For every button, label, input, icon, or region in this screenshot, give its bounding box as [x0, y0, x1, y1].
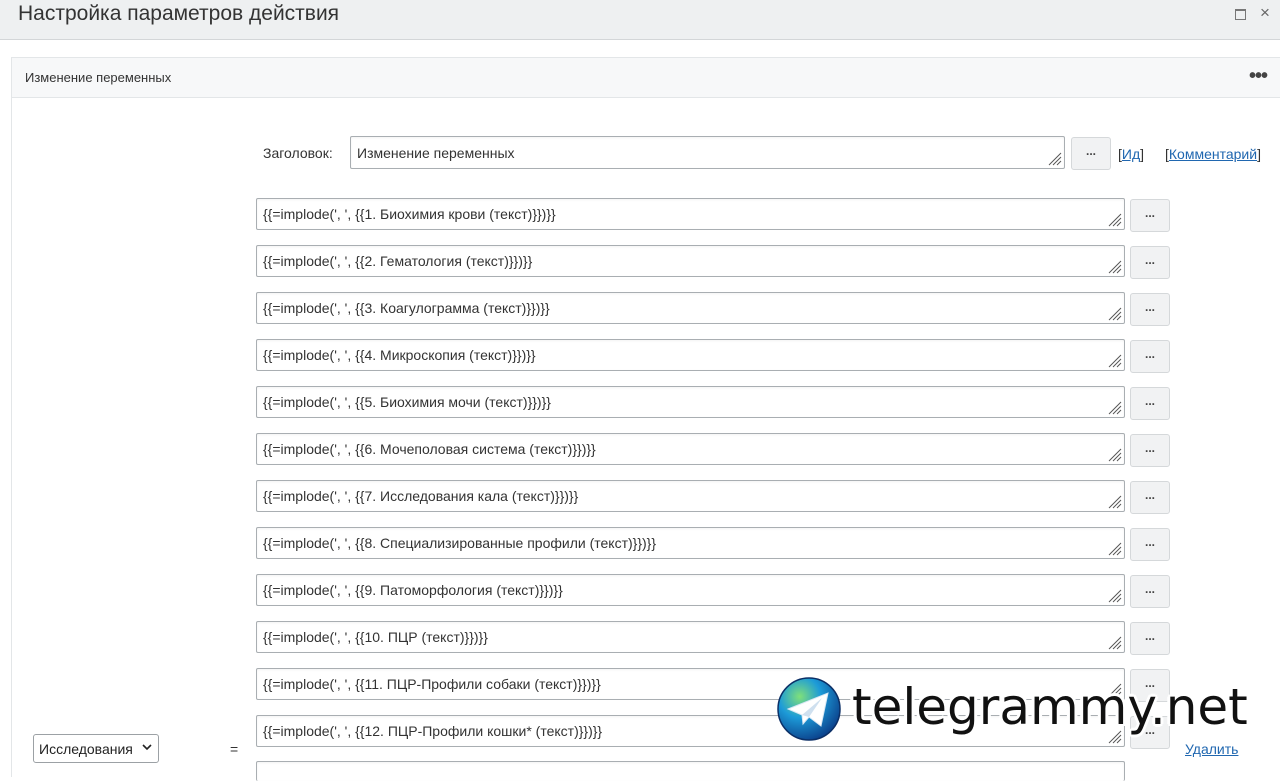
chevron-down-icon: [142, 744, 152, 751]
expression-input-value: {{=implode(', ', {{3. Коагулограмма (тек…: [263, 300, 550, 316]
resize-grip-icon[interactable]: [1106, 399, 1122, 415]
expression-input[interactable]: {{=implode(', ', {{7. Исследования кала …: [256, 480, 1125, 512]
window-gap: [0, 40, 1280, 57]
expression-input[interactable]: {{=implode(', ', {{8. Специализированные…: [256, 527, 1125, 559]
expression-input[interactable]: {{=implode(', ', {{5. Биохимия мочи (тек…: [256, 386, 1125, 418]
expression-picker-button[interactable]: ...: [1130, 434, 1170, 467]
id-link[interactable]: Ид: [1122, 146, 1140, 162]
comment-link[interactable]: Комментарий: [1169, 146, 1257, 162]
variable-select[interactable]: Исследования: [33, 734, 159, 763]
expression-input-value: {{=implode(', ', {{2. Гематология (текст…: [263, 253, 533, 269]
expression-input-value: {{=implode(', ', {{1. Биохимия крови (те…: [263, 206, 556, 222]
expression-input[interactable]: {{=implode(', ', {{9. Патоморфология (те…: [256, 574, 1125, 606]
expression-input[interactable]: {{=implode(', ', {{3. Коагулограмма (тек…: [256, 292, 1125, 324]
expression-input-value: {{=implode(', ', {{9. Патоморфология (те…: [263, 582, 563, 598]
expression-input-value: {{=implode(', ', {{7. Исследования кала …: [263, 488, 579, 504]
bracket-close: ]: [1257, 146, 1261, 162]
resize-grip-icon[interactable]: [1106, 352, 1122, 368]
expression-picker-button[interactable]: ...: [1130, 246, 1170, 279]
equals-sign: =: [230, 741, 239, 757]
expression-picker-button[interactable]: ...: [1130, 387, 1170, 420]
id-link-wrapper: [Ид]: [1118, 146, 1144, 162]
bracket-close: ]: [1140, 146, 1145, 162]
expression-input-value: {{=implode(', ', {{12. ПЦР-Профили кошки…: [263, 723, 603, 739]
maximize-icon[interactable]: [1235, 9, 1246, 20]
expression-picker-button[interactable]: ...: [1130, 528, 1170, 561]
expression-picker-button[interactable]: ...: [1130, 622, 1170, 655]
watermark-text: telegrammy.net: [852, 678, 1248, 736]
expression-picker-button[interactable]: ...: [1130, 199, 1170, 232]
panel-title: Изменение переменных: [25, 70, 172, 85]
expression-picker-button[interactable]: ...: [1130, 340, 1170, 373]
title-input-value: Изменение переменных: [357, 145, 515, 161]
expression-input-value: {{=implode(', ', {{5. Биохимия мочи (тек…: [263, 394, 551, 410]
window-title: Настройка параметров действия: [18, 2, 340, 25]
expression-input-value: {{=implode(', ', {{11. ПЦР-Профили собак…: [263, 676, 601, 692]
expression-input[interactable]: {{=implode(', ', {{1. Биохимия крови (те…: [256, 198, 1125, 230]
delete-link[interactable]: Удалить: [1185, 741, 1238, 757]
more-options-icon[interactable]: •••: [1249, 65, 1268, 88]
panel-header: Изменение переменных •••: [12, 58, 1280, 98]
title-picker-button[interactable]: ...: [1071, 137, 1111, 170]
resize-grip-icon[interactable]: [1106, 211, 1122, 227]
expression-picker-button[interactable]: ...: [1130, 481, 1170, 514]
expression-input[interactable]: {{=implode(', ', {{2. Гематология (текст…: [256, 245, 1125, 277]
expression-input-value: {{=implode(', ', {{8. Специализированные…: [263, 535, 657, 551]
resize-grip-icon[interactable]: [1106, 305, 1122, 321]
resize-grip-icon[interactable]: [1106, 634, 1122, 650]
expression-picker-button[interactable]: ...: [1130, 575, 1170, 608]
title-input[interactable]: Изменение переменных: [350, 136, 1065, 169]
expression-input-value: {{=implode(', ', {{10. ПЦР (текст)}})}}: [263, 629, 488, 645]
expression-input[interactable]: {{=implode(', ', {{4. Микроскопия (текст…: [256, 339, 1125, 371]
comment-link-wrapper: [Комментарий]: [1165, 146, 1261, 162]
resize-grip-icon[interactable]: [1106, 587, 1122, 603]
expression-input-partial[interactable]: [256, 761, 1125, 781]
telegram-logo-icon: [777, 677, 841, 741]
expression-picker-button[interactable]: ...: [1130, 293, 1170, 326]
expression-input-value: {{=implode(', ', {{6. Мочеполовая систем…: [263, 441, 596, 457]
resize-grip-icon[interactable]: [1046, 150, 1062, 166]
variable-select-value: Исследования: [39, 741, 133, 757]
close-icon[interactable]: ×: [1260, 3, 1270, 23]
expression-input-value: {{=implode(', ', {{4. Микроскопия (текст…: [263, 347, 536, 363]
resize-grip-icon[interactable]: [1106, 446, 1122, 462]
resize-grip-icon[interactable]: [1106, 493, 1122, 509]
expression-input[interactable]: {{=implode(', ', {{10. ПЦР (текст)}})}}: [256, 621, 1125, 653]
resize-grip-icon[interactable]: [1106, 540, 1122, 556]
resize-grip-icon[interactable]: [1106, 258, 1122, 274]
expression-input[interactable]: {{=implode(', ', {{6. Мочеполовая систем…: [256, 433, 1125, 465]
watermark: telegrammy.net: [776, 676, 1276, 742]
title-label: Заголовок:: [263, 145, 333, 161]
window-titlebar: Настройка параметров действия ×: [0, 0, 1280, 40]
